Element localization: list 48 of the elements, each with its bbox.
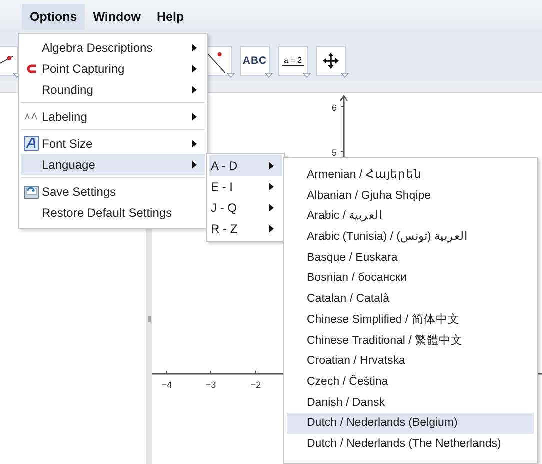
menu-item[interactable]: Chinese Simplified / 简体中文	[287, 310, 534, 330]
menu-item[interactable]: Restore Default Settings	[21, 202, 205, 223]
tool-button[interactable]: ABC	[240, 46, 270, 76]
menu-item[interactable]: Czech / Čeština	[287, 372, 534, 393]
save-icon	[24, 184, 39, 198]
axis-label: −2	[250, 380, 262, 390]
menu-item[interactable]: Rounding	[21, 79, 205, 100]
menu-item[interactable]: Chinese Traditional / 繁體中文	[287, 330, 534, 352]
menu-title[interactable]: Help	[149, 4, 192, 30]
menu-item[interactable]: Bosnian / босански	[287, 268, 534, 290]
menu-item[interactable]: Dutch / Nederlands (The Netherlands)	[287, 434, 534, 455]
axis-label: 5	[332, 148, 337, 158]
menu-item[interactable]: Dutch / Nederlands (Belgium)	[287, 413, 534, 434]
menu-item[interactable]: Font Size	[21, 133, 205, 154]
menu-item[interactable]: Catalan / Català	[287, 289, 534, 310]
menu-item[interactable]: Labeling	[21, 106, 205, 127]
menu-item[interactable]: Danish / Dansk	[287, 392, 534, 414]
tool-button[interactable]	[316, 46, 346, 76]
menu-item[interactable]: Arabic / العربية	[287, 206, 534, 228]
dropdown-icon	[227, 72, 235, 78]
menu-item[interactable]: Armenian / Հայերեն	[287, 165, 534, 186]
dropdown-icon	[341, 72, 349, 78]
dropdown-icon	[303, 72, 311, 78]
labels-icon	[25, 113, 38, 120]
tool-label: ABC	[242, 54, 268, 66]
axis-label: 6	[332, 103, 337, 113]
menu-item[interactable]: Albanian / Gjuha Shqipe	[287, 186, 534, 206]
axis-label: −4	[162, 380, 172, 390]
magnet-icon	[26, 64, 36, 74]
menu-item[interactable]: Arabic (Tunisia) / (العربية (تونس	[287, 227, 534, 248]
menu-title[interactable]: Options	[22, 4, 86, 30]
menu-item[interactable]: A - D	[209, 155, 282, 176]
font-icon	[24, 136, 39, 151]
menu-item[interactable]: E - I	[209, 176, 282, 197]
menu-item[interactable]: J - Q	[209, 197, 282, 218]
move-icon	[322, 52, 340, 70]
menu-item[interactable]: Save Settings	[21, 181, 205, 202]
menu-item[interactable]: Algebra Descriptions	[21, 37, 205, 58]
menu-title[interactable]: Window	[85, 4, 150, 30]
menu-item[interactable]: R - Z	[209, 218, 282, 239]
slider-tool-label: a = 2	[282, 56, 304, 66]
menu-item[interactable]: Basque / Euskara	[287, 248, 534, 268]
menu-item[interactable]: Language	[21, 154, 205, 175]
axis-label: −3	[206, 380, 216, 390]
tool-button[interactable]: a = 2	[278, 46, 308, 76]
menu-item[interactable]: Croatian / Hrvatska	[287, 351, 534, 372]
dropdown-icon	[265, 72, 273, 78]
menu-item[interactable]: Point Capturing	[21, 58, 205, 79]
